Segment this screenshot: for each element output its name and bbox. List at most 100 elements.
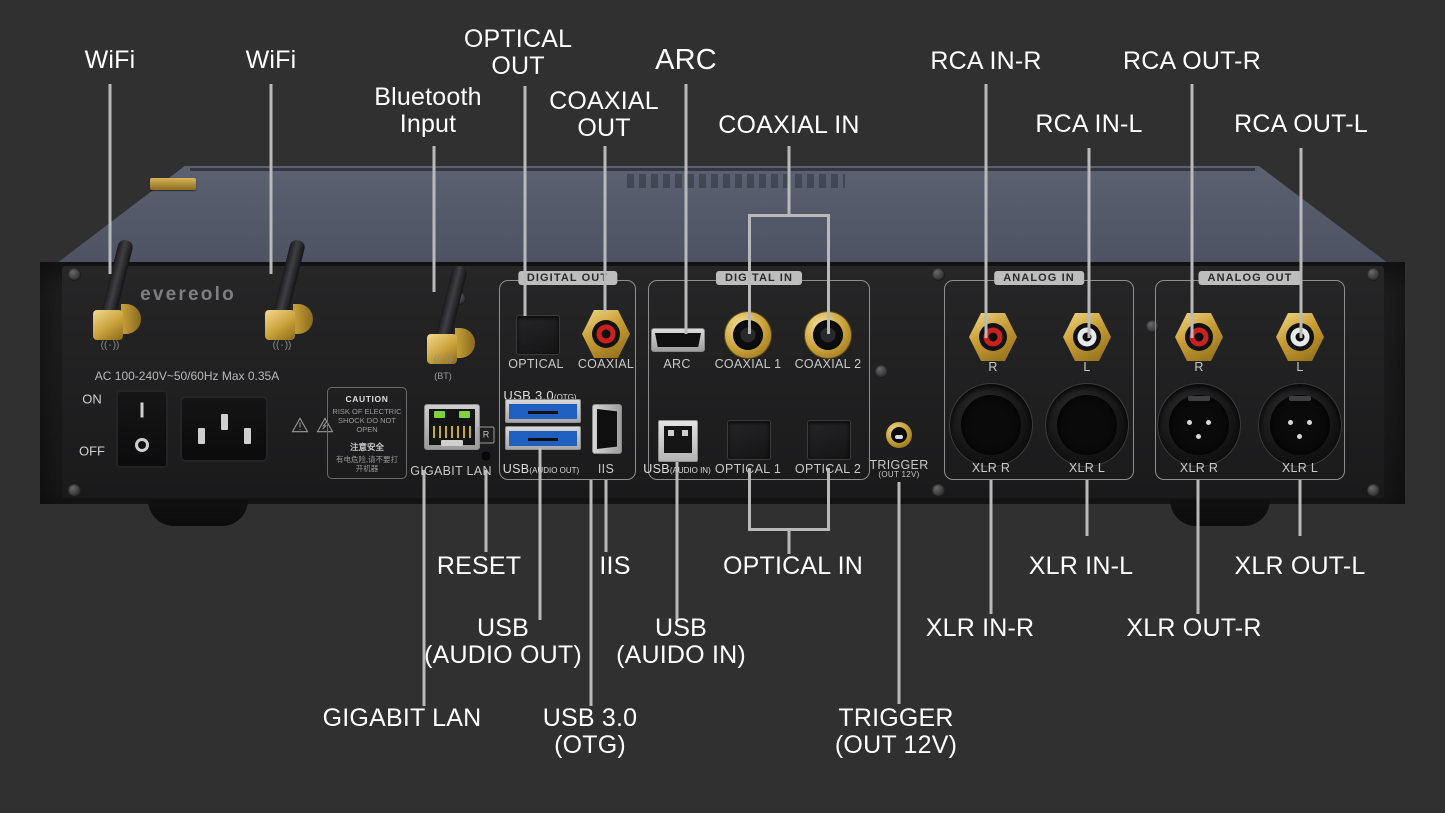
xlr-in-l-label: XLR L [1068, 461, 1106, 475]
callout-iis: IIS [599, 552, 631, 580]
leader-optical-in-stem [787, 528, 791, 554]
usb-audio-out-sub-text: (AUDIO OUT) [529, 466, 580, 475]
wifi-antenna-2[interactable] [258, 238, 313, 340]
rca-out-r-jack[interactable] [1175, 313, 1223, 361]
panel-screw [1367, 484, 1380, 497]
rca-in-l-label: L [1083, 360, 1091, 374]
callout-xlr-in-r: XLR IN-R [925, 614, 1035, 642]
panel-screw [875, 365, 888, 378]
leader-trigger [897, 482, 901, 704]
leader-usb-audio-in [675, 462, 679, 620]
xlr-out-r-jack[interactable] [1157, 383, 1241, 467]
panel-screw [932, 268, 945, 281]
rear-panel-diagram: ((٠)) ((٠)) ((٠)) (BT) evereolo AC 100-2… [0, 0, 1445, 813]
gigabit-lan-port[interactable] [424, 404, 480, 450]
reset-pinhole[interactable] [481, 451, 491, 461]
iis-label: IIS [597, 462, 615, 476]
leader-optical-out [523, 86, 527, 316]
coaxial-out-port[interactable] [582, 310, 630, 358]
arc-label: ARC [663, 357, 691, 371]
callout-wifi-1: WiFi [84, 46, 136, 74]
coaxial-1-label: COAXIAL 1 [714, 357, 782, 371]
leader-coaxial-out [603, 146, 607, 312]
callout-optical-in: OPTICAL IN [723, 552, 863, 580]
leader-xlr-in-r [989, 480, 993, 614]
antenna-symbol-bt: ((٠)) [433, 354, 453, 365]
callout-optical-out: OPTICAL OUT [463, 25, 573, 80]
rca-in-r-jack[interactable] [969, 313, 1017, 361]
power-off-label: OFF [79, 443, 105, 459]
optical-1-in-port[interactable] [727, 420, 771, 460]
usb-audio-in-main-text: USB [643, 462, 670, 476]
panel-screw [68, 484, 81, 497]
reset-mark-label: R [477, 426, 495, 444]
usb-audio-in-port[interactable] [658, 420, 698, 462]
bracket-coaxial-in [748, 214, 830, 334]
callout-xlr-out-r: XLR OUT-R [1126, 614, 1262, 642]
trigger-sub-label: (OUT 12V) [878, 470, 920, 479]
leader-usb-audio-out [538, 448, 542, 620]
leader-xlr-out-l [1298, 480, 1302, 536]
optical-2-in-port[interactable] [807, 420, 851, 460]
callout-gigabit-lan: GIGABIT LAN [322, 704, 482, 732]
caution-cn-title: 注意安全 [349, 442, 384, 453]
antenna-symbol-2: ((٠)) [272, 340, 292, 351]
bluetooth-antenna-label: (BT) [434, 371, 452, 381]
chassis-foot-left [148, 500, 248, 526]
antenna-symbol-1: ((٠)) [100, 340, 120, 351]
callout-coaxial-out: COAXIAL OUT [549, 87, 659, 142]
analog-in-group-title: ANALOG IN [994, 271, 1084, 285]
power-rocker-switch[interactable] [116, 390, 168, 468]
warning-triangle-icon [291, 417, 309, 433]
xlr-in-l-jack[interactable] [1045, 383, 1129, 467]
ac-spec-text: AC 100-240V~50/60Hz Max 0.35A [94, 369, 280, 383]
leader-rca-out-l [1299, 148, 1303, 338]
callout-coaxial-in: COAXIAL IN [718, 111, 860, 139]
usb-3-0-port-lower[interactable] [505, 426, 581, 450]
top-plate-etched-text [626, 174, 846, 188]
callout-bluetooth-input: Bluetooth Input [374, 83, 482, 138]
bluetooth-antenna[interactable] [420, 264, 475, 364]
xlr-in-r-label: XLR R [971, 461, 1011, 475]
callout-rca-in-l: RCA IN-L [1035, 110, 1143, 138]
arc-hdmi-port[interactable] [651, 328, 705, 352]
callout-rca-in-r: RCA IN-R [930, 47, 1042, 75]
caution-body: RISK OF ELECTRIC SHOCK DO NOT OPEN [332, 407, 402, 435]
xlr-in-r-jack[interactable] [949, 383, 1033, 467]
coaxial-out-label: COAXIAL [577, 357, 635, 371]
callout-xlr-out-l: XLR OUT-L [1234, 552, 1366, 580]
iis-port[interactable] [592, 404, 622, 454]
leader-xlr-in-l [1085, 480, 1089, 536]
callout-usb-audio-out: USB (AUDIO OUT) [424, 614, 582, 669]
leader-bluetooth [432, 146, 436, 292]
chassis-foot-right [1170, 500, 1270, 526]
xlr-out-r-label: XLR R [1179, 461, 1219, 475]
caution-label: CAUTION RISK OF ELECTRIC SHOCK DO NOT OP… [327, 387, 407, 479]
optical-out-port[interactable] [516, 315, 560, 355]
coaxial-2-label: COAXIAL 2 [794, 357, 862, 371]
analog-out-group-title: ANALOG OUT [1198, 271, 1302, 285]
bracket-optical-in [748, 468, 830, 531]
brand-logo: evereolo [140, 284, 236, 305]
leader-wifi-1 [108, 84, 112, 274]
usb-audio-out-main-text: USB [502, 462, 530, 476]
leader-gigabit-lan [422, 470, 426, 706]
usb-3-0-port-upper[interactable] [505, 399, 581, 423]
callout-usb-30-otg: USB 3.0 (OTG) [542, 704, 638, 759]
power-on-label: ON [82, 391, 102, 407]
trigger-out-jack[interactable] [886, 422, 912, 448]
leader-xlr-out-r [1196, 480, 1200, 614]
caution-cn-body: 有电危险,请不要打 开机器 [335, 455, 399, 474]
leader-reset [484, 470, 488, 552]
callout-usb-audio-in: USB (AUIDO IN) [616, 614, 746, 669]
chassis-top-plate [40, 166, 1405, 276]
callout-xlr-in-l: XLR IN-L [1028, 552, 1134, 580]
xlr-out-l-label: XLR L [1281, 461, 1319, 475]
xlr-out-l-jack[interactable] [1258, 383, 1342, 467]
leader-usb-30-otg [589, 480, 593, 706]
leader-rca-in-l [1087, 148, 1091, 338]
gold-accent-tab [150, 178, 196, 190]
callout-wifi-2: WiFi [245, 46, 297, 74]
iec-power-inlet[interactable] [180, 396, 268, 462]
leader-iis [604, 480, 608, 552]
